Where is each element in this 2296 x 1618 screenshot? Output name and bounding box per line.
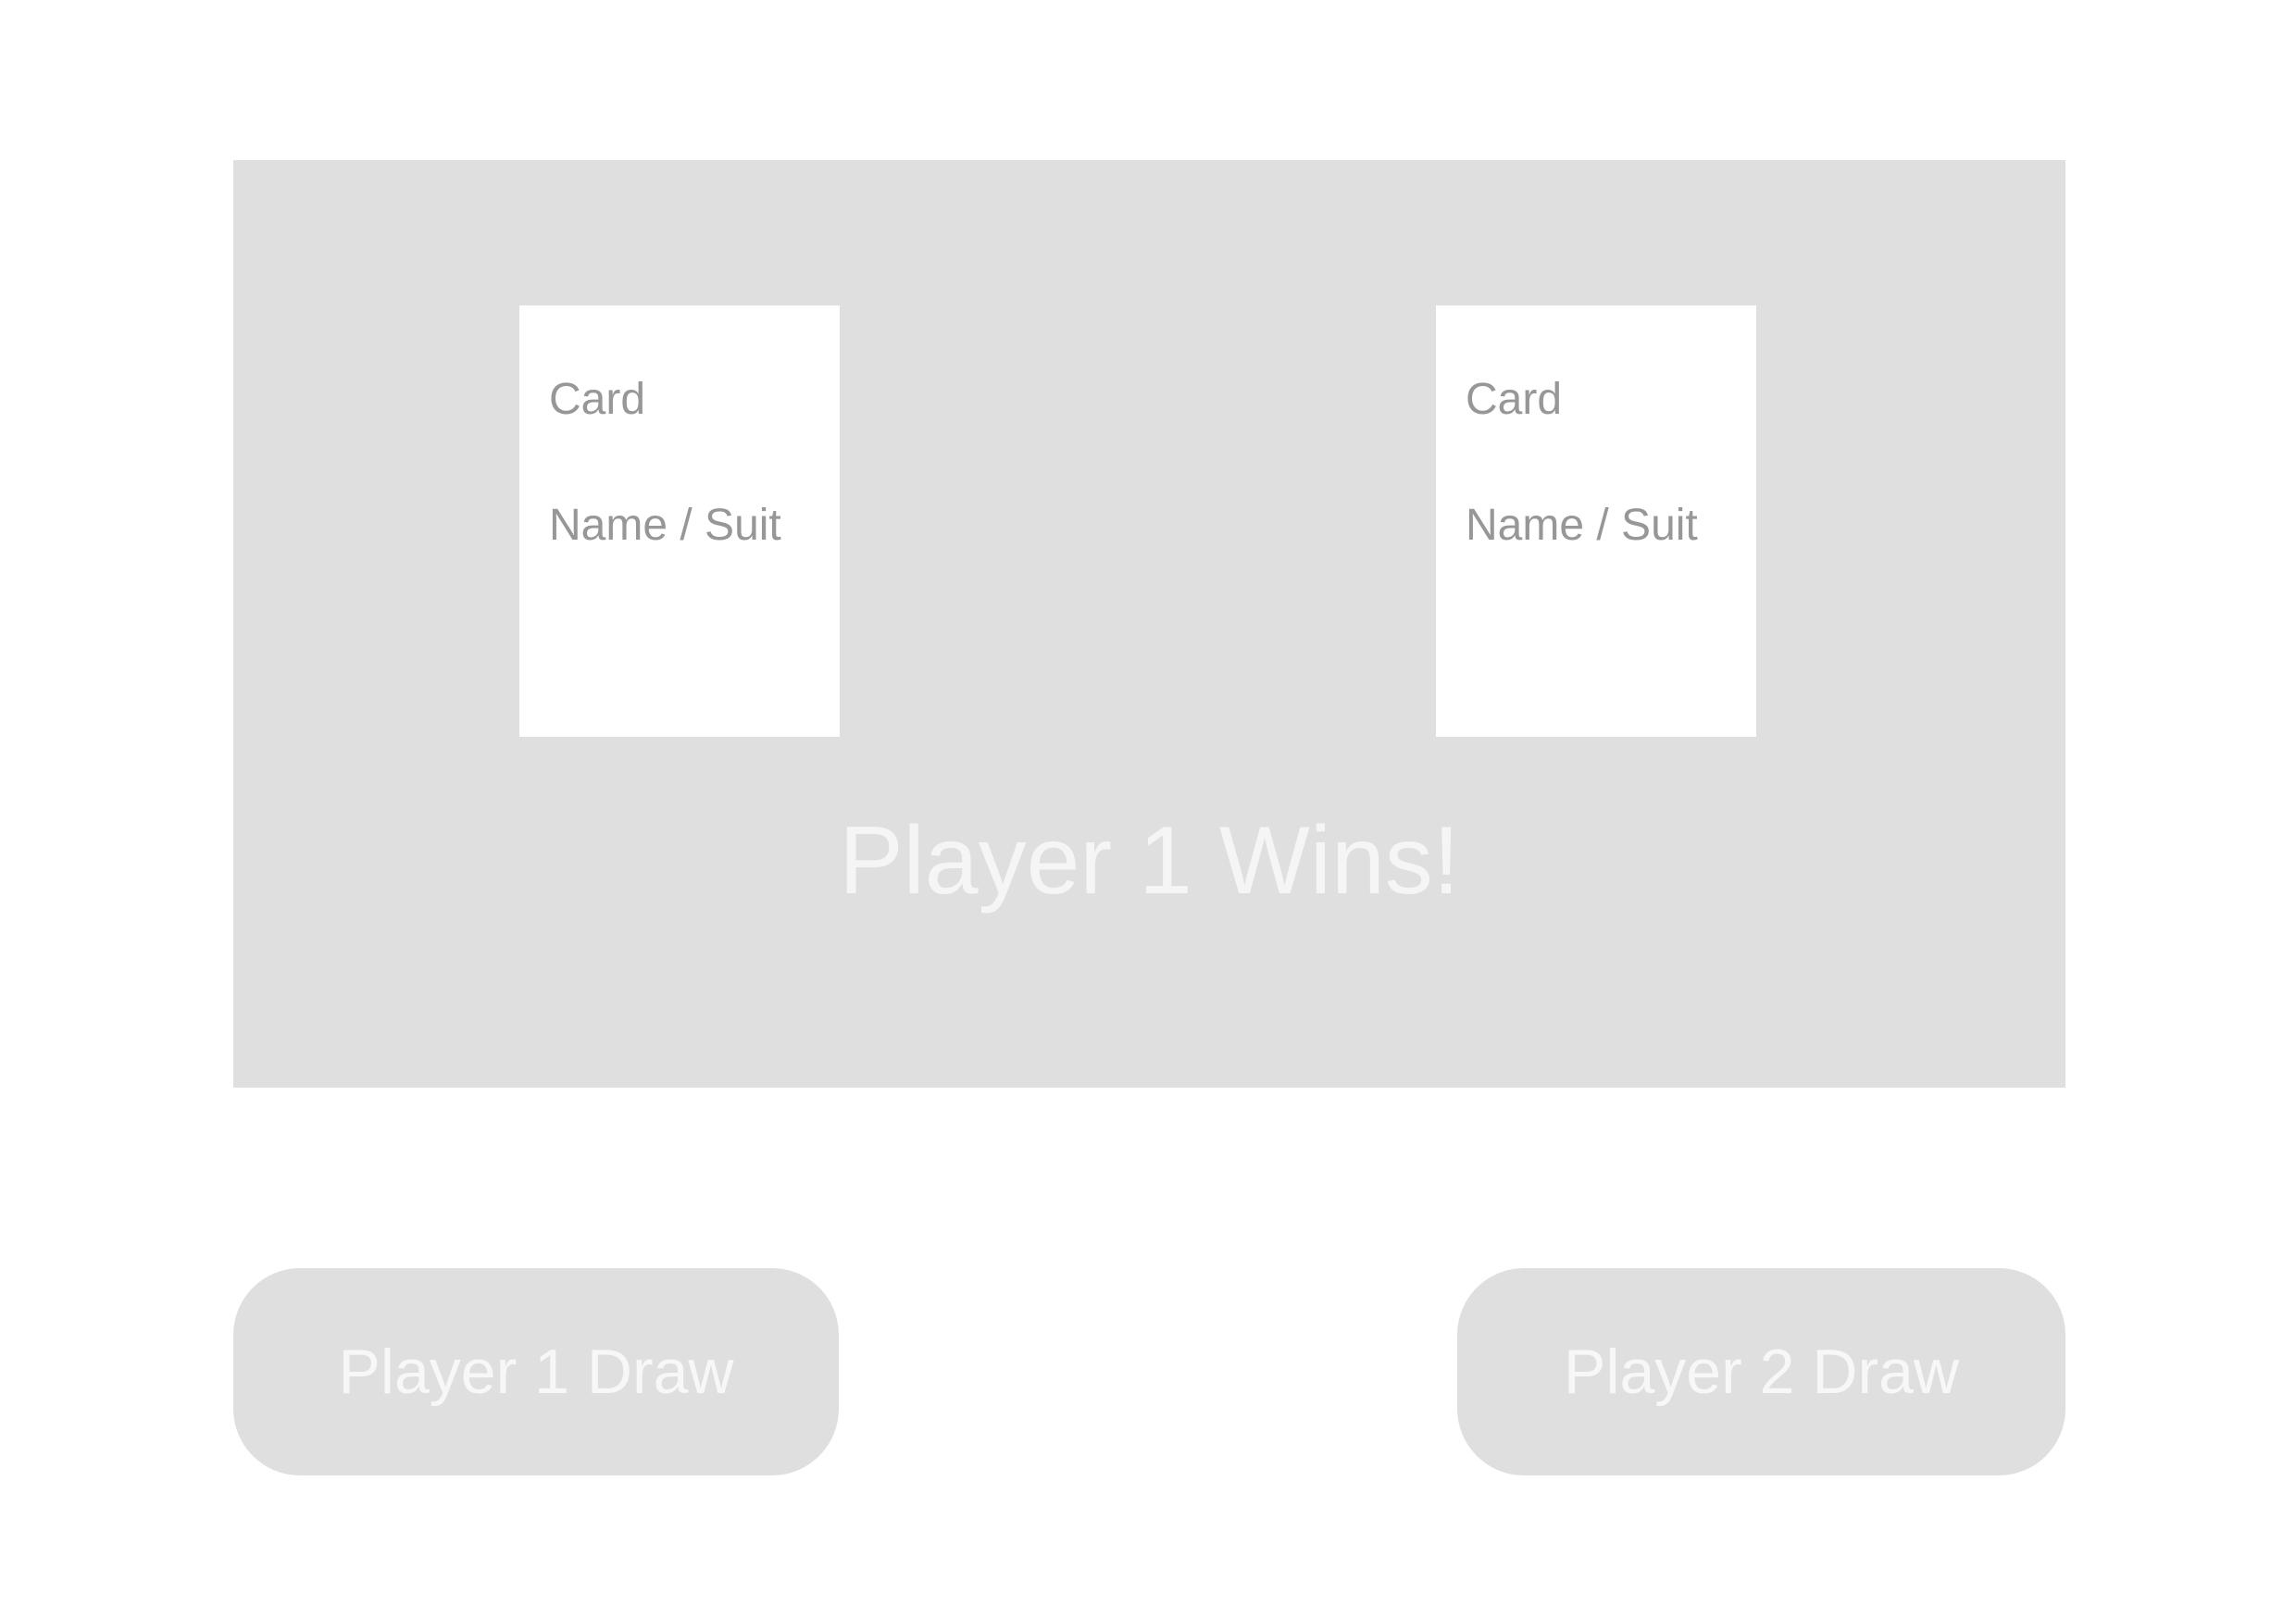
- player1-card: Card Name / Suit: [519, 305, 840, 737]
- player1-draw-button[interactable]: Player 1 Draw: [233, 1268, 839, 1475]
- player2-card-name-suit: Name / Suit: [1466, 501, 1698, 550]
- player1-card-title: Card: [549, 375, 646, 424]
- player1-card-name-suit: Name / Suit: [549, 501, 781, 550]
- player2-card-title: Card: [1466, 375, 1563, 424]
- player2-draw-button[interactable]: Player 2 Draw: [1457, 1268, 2065, 1475]
- result-message: Player 1 Wins!: [839, 807, 1460, 915]
- player2-card: Card Name / Suit: [1436, 305, 1756, 737]
- game-board: Card Name / Suit Card Name / Suit Player…: [233, 160, 2065, 1088]
